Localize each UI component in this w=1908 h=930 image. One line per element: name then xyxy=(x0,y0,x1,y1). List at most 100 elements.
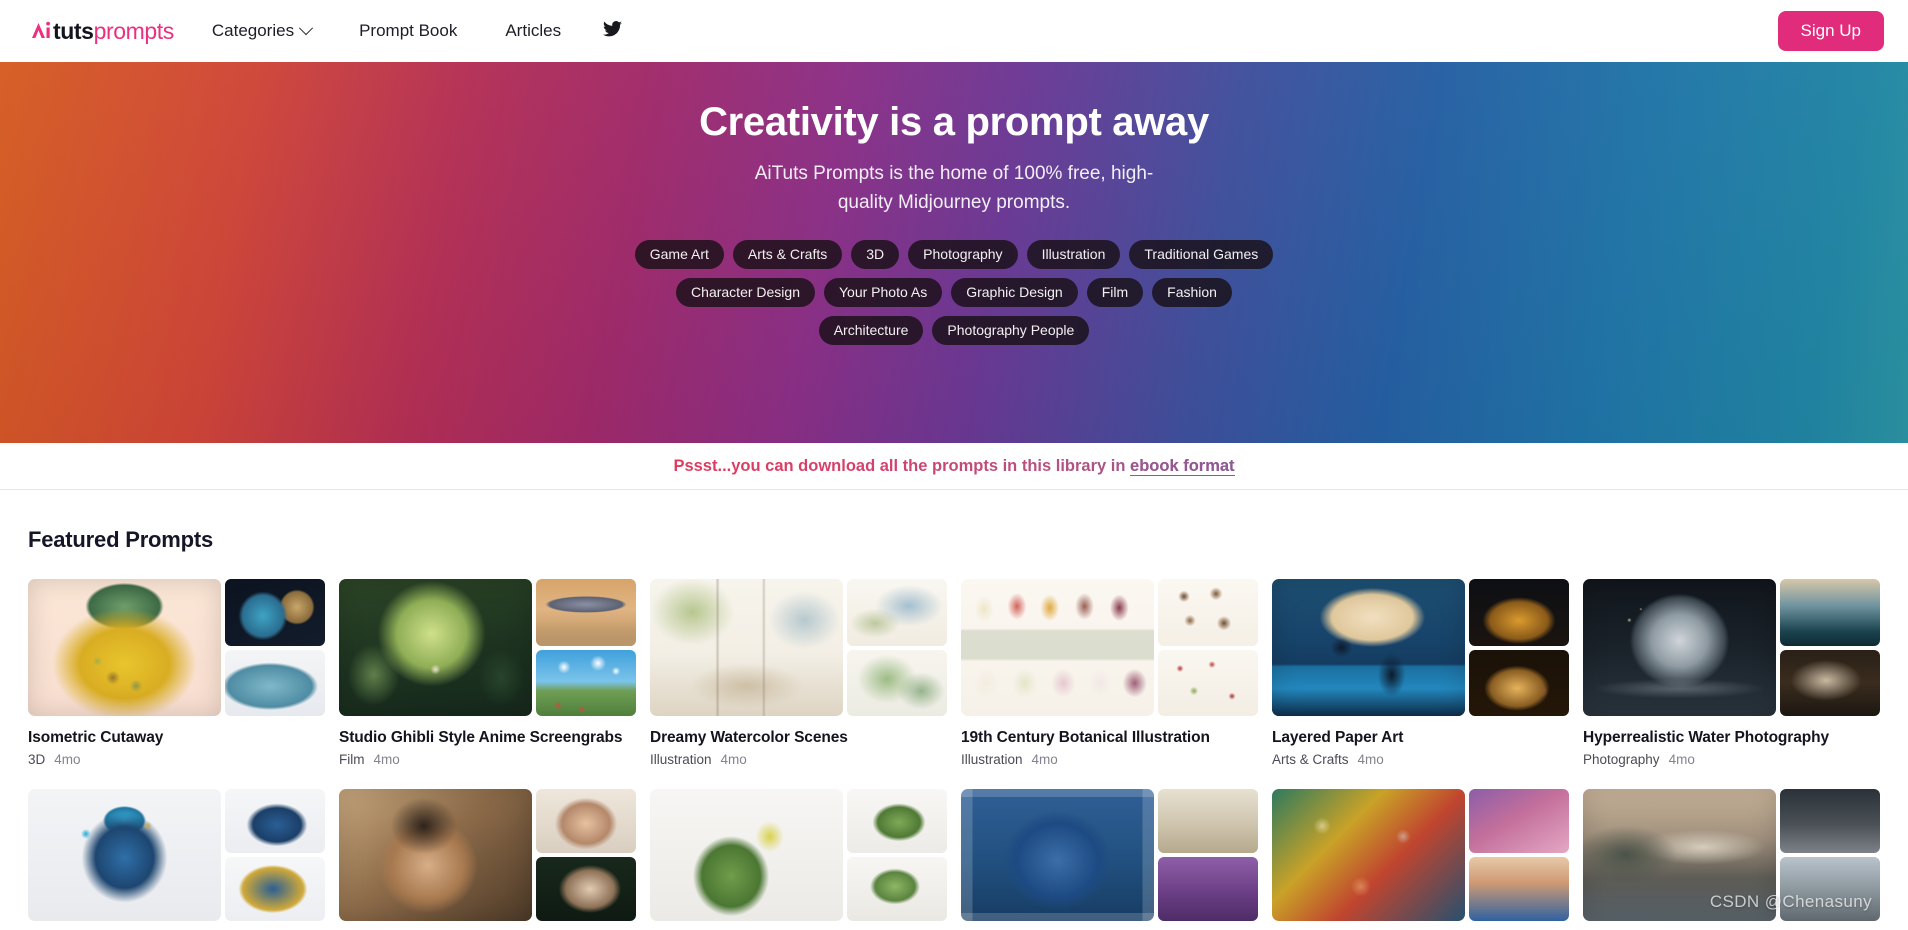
tag-film[interactable]: Film xyxy=(1086,277,1144,308)
tag-arts-crafts[interactable]: Arts & Crafts xyxy=(732,239,843,269)
tag-graphic-design[interactable]: Graphic Design xyxy=(951,277,1078,308)
card-thumbnail-side xyxy=(1780,788,1880,921)
card-thumbnail-side xyxy=(1469,788,1569,921)
card-thumbnail-side-top xyxy=(847,788,947,853)
card-thumbnail-main xyxy=(650,788,844,921)
card-title: Hyperrealistic Water Photography xyxy=(1583,729,1830,746)
card-thumbnail-side-top xyxy=(1469,788,1569,853)
tag-photography-people[interactable]: Photography People xyxy=(932,316,1090,346)
card-thumbnail-side-top xyxy=(1469,579,1569,646)
tag-your-photo-as[interactable]: Your Photo As xyxy=(823,277,943,308)
card-thumbnail-group xyxy=(961,788,1258,921)
card-meta: 3D 4mo xyxy=(28,752,325,767)
tag-illustration[interactable]: Illustration xyxy=(1026,239,1121,269)
twitter-link[interactable] xyxy=(585,13,640,50)
card-thumbnail-side-bottom xyxy=(1469,856,1569,921)
card-age: 4mo xyxy=(1031,751,1058,767)
prompt-card-row2-1[interactable] xyxy=(28,788,325,921)
card-thumbnail-group xyxy=(28,579,325,716)
tag-fashion[interactable]: Fashion xyxy=(1152,277,1232,308)
card-thumbnail-side xyxy=(1780,579,1880,716)
nav-item-categories[interactable]: Categories xyxy=(212,13,335,49)
page-title: Featured Prompts xyxy=(28,527,214,552)
nav-item-prompt-book[interactable]: Prompt Book xyxy=(335,13,481,49)
card-thumbnail-group xyxy=(961,579,1258,716)
tag-photography[interactable]: Photography xyxy=(908,239,1018,269)
ai-monogram-icon xyxy=(30,20,52,40)
ebook-format-link[interactable]: ebook format xyxy=(1130,456,1235,476)
card-thumbnail-side-bottom xyxy=(1158,856,1258,921)
card-thumbnail-side-bottom xyxy=(225,649,325,716)
prompt-card-row2-4[interactable] xyxy=(961,788,1258,921)
card-thumbnail-main xyxy=(1272,788,1466,921)
card-thumbnail-group xyxy=(339,579,636,716)
nav-item-articles[interactable]: Articles xyxy=(481,13,585,49)
card-thumbnail-main xyxy=(1272,579,1466,716)
prompt-card-layered-paper-art[interactable]: Layered Paper Art Arts & Crafts 4mo xyxy=(1272,579,1569,767)
card-thumbnail-main xyxy=(961,579,1155,716)
card-thumbnail-side xyxy=(1158,579,1258,716)
card-thumbnail-main xyxy=(961,788,1155,921)
card-thumbnail-side-bottom xyxy=(536,856,636,921)
nav-item-label: Articles xyxy=(505,21,562,40)
card-thumbnail-side-bottom xyxy=(225,856,325,921)
prompt-card-19th-century-botanical-illustration[interactable]: 19th Century Botanical Illustration Illu… xyxy=(961,579,1258,767)
hero-subtitle: AiTuts Prompts is the home of 100% free,… xyxy=(754,163,1154,214)
card-thumbnail-side-top xyxy=(225,579,325,646)
prompt-card-hyperrealistic-water-photography[interactable]: Hyperrealistic Water Photography Photogr… xyxy=(1583,579,1880,767)
card-thumbnail-side-top xyxy=(536,788,636,853)
card-thumbnail-side-bottom xyxy=(1158,649,1258,716)
ebook-banner: Pssst...you can download all the prompts… xyxy=(0,443,1908,490)
sign-up-button[interactable]: Sign Up xyxy=(1777,10,1884,52)
card-meta: Illustration 4mo xyxy=(650,752,947,767)
featured-prompts-grid: Isometric Cutaway 3D 4mo Studio Ghibli S… xyxy=(28,579,1880,767)
page-root: tuts prompts Categories Prompt Book Arti… xyxy=(0,0,1908,930)
card-title: Isometric Cutaway xyxy=(28,729,164,746)
prompt-card-isometric-cutaway[interactable]: Isometric Cutaway 3D 4mo xyxy=(28,579,325,767)
tag-traditional-games[interactable]: Traditional Games xyxy=(1129,239,1274,269)
card-category: Illustration xyxy=(650,751,712,767)
tag-game-art[interactable]: Game Art xyxy=(634,239,724,269)
card-thumbnail-side-top xyxy=(1780,788,1880,853)
card-thumbnail-group xyxy=(1583,788,1880,921)
card-thumbnail-side-bottom xyxy=(1780,856,1880,921)
prompt-card-row2-6[interactable] xyxy=(1583,788,1880,921)
card-thumbnail-side-top xyxy=(847,579,947,646)
card-thumbnail-side-bottom xyxy=(1469,649,1569,716)
card-thumbnail-group xyxy=(650,579,947,716)
prompt-card-studio-ghibli-style-anime-screengrabs[interactable]: Studio Ghibli Style Anime Screengrabs Fi… xyxy=(339,579,636,767)
main-content: Featured Prompts Isometric Cutaway 3D 4m… xyxy=(0,527,1908,921)
tag-3d[interactable]: 3D xyxy=(851,239,900,269)
card-age: 4mo xyxy=(1357,751,1384,767)
card-thumbnail-main xyxy=(1583,788,1777,921)
ebook-banner-message: Pssst...you can download all the prompts… xyxy=(673,456,1131,475)
prompt-card-row2-3[interactable] xyxy=(650,788,947,921)
logo[interactable]: tuts prompts xyxy=(30,18,174,45)
card-thumbnail-side-bottom xyxy=(847,856,947,921)
card-meta: Illustration 4mo xyxy=(961,752,1258,767)
card-meta: Film 4mo xyxy=(339,752,636,767)
card-thumbnail-side-top xyxy=(1158,788,1258,853)
card-thumbnail-side xyxy=(1469,579,1569,716)
tag-character-design[interactable]: Character Design xyxy=(676,277,815,308)
card-thumbnail-side xyxy=(225,788,325,921)
logo-text-tuts: tuts xyxy=(53,17,94,44)
ebook-banner-text: Pssst...you can download all the prompts… xyxy=(673,456,1235,476)
card-title: Dreamy Watercolor Scenes xyxy=(650,729,848,746)
tag-architecture[interactable]: Architecture xyxy=(818,316,924,346)
prompt-card-dreamy-watercolor-scenes[interactable]: Dreamy Watercolor Scenes Illustration 4m… xyxy=(650,579,947,767)
card-thumbnail-side xyxy=(225,579,325,716)
card-thumbnail-group xyxy=(339,788,636,921)
hero-banner: Creativity is a prompt away AiTuts Promp… xyxy=(0,62,1908,443)
card-age: 4mo xyxy=(54,751,81,767)
card-thumbnail-main xyxy=(28,788,222,921)
nav-item-label: Categories xyxy=(211,21,295,40)
prompt-card-row2-2[interactable] xyxy=(339,788,636,921)
card-title: Layered Paper Art xyxy=(1272,729,1404,746)
prompt-card-row2-5[interactable] xyxy=(1272,788,1569,921)
card-thumbnail-group xyxy=(650,788,947,921)
card-category: Film xyxy=(339,751,365,767)
card-thumbnail-side-top xyxy=(1780,579,1880,646)
card-category: 3D xyxy=(28,751,46,767)
nav-item-label: Prompt Book xyxy=(359,21,458,40)
